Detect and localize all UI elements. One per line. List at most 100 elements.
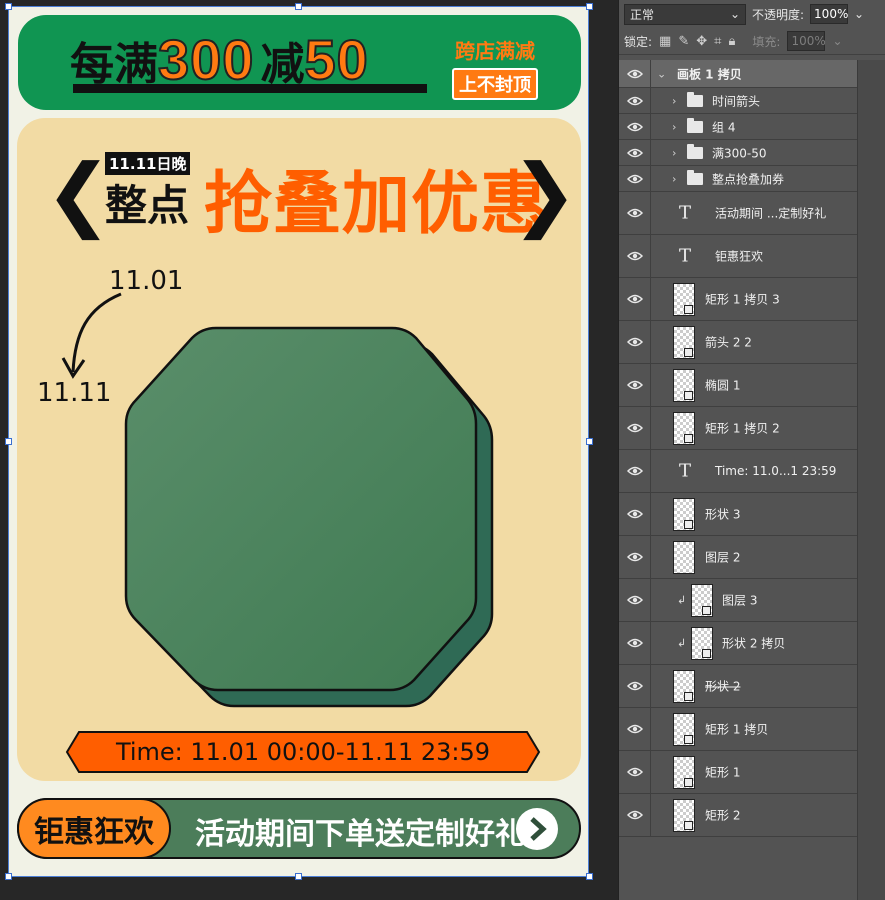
fill-input[interactable]: 100% [787,31,826,51]
folder-icon [687,117,703,133]
transform-handle[interactable] [295,873,302,880]
layer-name: 图层 3 [722,593,758,608]
layer-row[interactable]: › 满300-50 [619,140,857,166]
panel-scrollbar[interactable] [857,60,885,900]
layer-row[interactable]: 矩形 1 拷贝 3 [619,278,857,321]
transform-handle[interactable] [5,873,12,880]
layer-row[interactable]: T 活动期间 ...定制好礼 [619,192,857,235]
layer-row[interactable]: › 整点抢叠加券 [619,166,857,192]
smart-object-badge-icon [684,735,693,744]
layer-name: Time: 11.0...1 23:59 [715,464,837,478]
layer-row[interactable]: ⌄ 画板 1 拷贝 [619,60,857,88]
visibility-eye-icon[interactable] [619,235,651,277]
blend-mode-select[interactable]: 正常 ⌄ [624,3,746,25]
layer-row[interactable]: 矩形 1 [619,751,857,794]
lock-label: 锁定: [624,34,653,49]
left-brace-icon: ❮ [45,147,113,240]
chevron-right-icon[interactable]: › [672,172,676,185]
chevron-down-icon[interactable]: ⌄ [854,7,864,21]
layer-row[interactable]: 箭头 2 2 [619,321,857,364]
layer-row[interactable]: › 时间箭头 [619,88,857,114]
visibility-eye-icon[interactable] [619,60,651,87]
smart-object-badge-icon [684,692,693,701]
layer-row[interactable]: 矩形 2 [619,794,857,837]
visibility-eye-icon[interactable] [619,364,651,406]
layer-name: 矩形 1 拷贝 [705,722,769,737]
smart-object-badge-icon [684,821,693,830]
visibility-eye-icon[interactable] [619,321,651,363]
smart-object-badge-icon [684,391,693,400]
visibility-eye-icon[interactable] [619,708,651,750]
visibility-eye-icon[interactable] [619,536,651,578]
layer-name: 箭头 2 2 [705,335,752,350]
transform-handle[interactable] [5,3,12,10]
smart-object-badge-icon [702,606,711,615]
opacity-input[interactable]: 100% [810,4,848,24]
layer-name: 形状 2 拷贝 [722,636,786,651]
visibility-eye-icon[interactable] [619,278,651,320]
visibility-eye-icon[interactable] [619,140,651,165]
layer-row[interactable]: 矩形 1 拷贝 2 [619,407,857,450]
layer-list: ⌄ 画板 1 拷贝 › 时间箭头 › 组 4 › 满300-50 › 整点抢叠加券 T 活动期间 ..… [619,60,857,837]
chevron-right-icon[interactable]: › [672,120,676,133]
tag-hour: 整点 [105,182,190,229]
layer-name: 钜惠狂欢 [715,249,764,264]
lock-transparent-icon[interactable]: ▦ [659,34,671,49]
layer-row[interactable]: 图层 2 [619,536,857,579]
banner-headline: 每满 300 减 50 [70,27,369,92]
layer-name: 矩形 1 拷贝 3 [705,292,780,307]
visibility-eye-icon[interactable] [619,166,651,191]
visibility-eye-icon[interactable] [619,751,651,793]
layer-thumbnail [673,670,695,703]
smart-object-badge-icon [702,649,711,658]
layer-row[interactable]: 矩形 1 拷贝 [619,708,857,751]
chevron-down-icon[interactable]: ⌄ [657,67,666,80]
smart-object-badge-icon [684,305,693,314]
chevron-right-icon[interactable]: › [672,94,676,107]
visibility-eye-icon[interactable] [619,88,651,113]
layer-row[interactable]: › 组 4 [619,114,857,140]
lock-move-icon[interactable]: ✥ [696,34,707,49]
transform-handle[interactable] [586,873,593,880]
layer-row[interactable]: 形状 3 [619,493,857,536]
layer-name: 形状 2 [705,679,741,694]
layer-row[interactable]: ↲ 形状 2 拷贝 [619,622,857,665]
lock-row: 锁定: ▦ ✎ ✥ ⌗ 🔒︎ 填充: 100% ⌄ [619,28,885,55]
lock-brush-icon[interactable]: ✎ [678,34,689,49]
visibility-eye-icon[interactable] [619,192,651,234]
artboard[interactable]: 每满 300 减 50 跨店满减 上不封顶 ❮ 11.11日晚 整点 抢叠加优惠… [8,6,589,877]
visibility-eye-icon[interactable] [619,665,651,707]
layer-row[interactable]: T 钜惠狂欢 [619,235,857,278]
lock-artboard-icon[interactable]: ⌗ [714,34,721,49]
blend-mode-value: 正常 [630,7,655,22]
layer-row[interactable]: T Time: 11.0...1 23:59 [619,450,857,493]
visibility-eye-icon[interactable] [619,407,651,449]
banner-amount-300: 300 [157,27,255,92]
visibility-eye-icon[interactable] [619,493,651,535]
transform-handle[interactable] [5,438,12,445]
visibility-eye-icon[interactable] [619,450,651,492]
transform-handle[interactable] [295,3,302,10]
transform-handle[interactable] [586,3,593,10]
layer-row[interactable]: 椭圆 1 [619,364,857,407]
chevron-right-icon[interactable]: › [672,146,676,159]
layer-row[interactable]: ↲ 图层 3 [619,579,857,622]
layer-name: 整点抢叠加券 [712,172,785,186]
visibility-eye-icon[interactable] [619,579,651,621]
visibility-eye-icon[interactable] [619,794,651,836]
text-layer-icon: T [679,245,692,267]
layer-row[interactable]: 形状 2 [619,665,857,708]
fill-label: 填充: [752,34,781,49]
banner-prefix: 每满 [70,40,158,89]
text-layer-icon: T [679,202,692,224]
layer-thumbnail [673,498,695,531]
layer-thumbnail [673,369,695,402]
lock-all-icon[interactable]: 🔒︎ [728,34,735,49]
clipping-mask-icon: ↲ [677,593,687,607]
layer-thumbnail [673,283,695,316]
layer-thumbnail [673,326,695,359]
canvas-area[interactable]: 每满 300 减 50 跨店满减 上不封顶 ❮ 11.11日晚 整点 抢叠加优惠… [0,0,618,900]
visibility-eye-icon[interactable] [619,622,651,664]
transform-handle[interactable] [586,438,593,445]
visibility-eye-icon[interactable] [619,114,651,139]
